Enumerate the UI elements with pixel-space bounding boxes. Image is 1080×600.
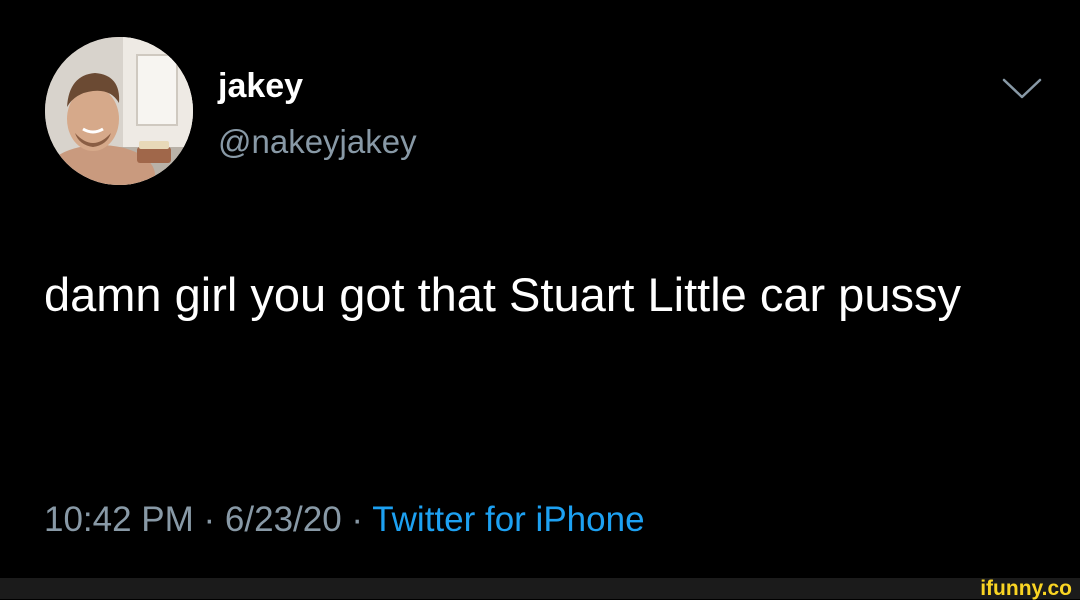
meta-separator: ·: [341, 500, 373, 539]
tweet-time[interactable]: 10:42 PM: [44, 500, 194, 539]
watermark-bar: ifunny.co: [0, 578, 1080, 599]
meta-separator: ·: [193, 500, 225, 539]
tweet-meta: 10:42 PM · 6/23/20 · Twitter for iPhone: [44, 497, 645, 543]
ifunny-watermark: ifunny.co: [980, 577, 1072, 600]
tweet-card: jakey @nakeyjakey damn girl you got that…: [0, 0, 1080, 578]
user-handle[interactable]: @nakeyjakey: [218, 122, 417, 162]
tweet-date[interactable]: 6/23/20: [225, 500, 342, 539]
chevron-down-icon[interactable]: [1000, 76, 1044, 102]
user-avatar-photo-icon: [45, 37, 193, 185]
tweet-text: damn girl you got that Stuart Little car…: [44, 268, 961, 321]
avatar[interactable]: [45, 37, 193, 185]
display-name[interactable]: jakey: [218, 66, 303, 106]
tweet-source-link[interactable]: Twitter for iPhone: [372, 500, 644, 539]
